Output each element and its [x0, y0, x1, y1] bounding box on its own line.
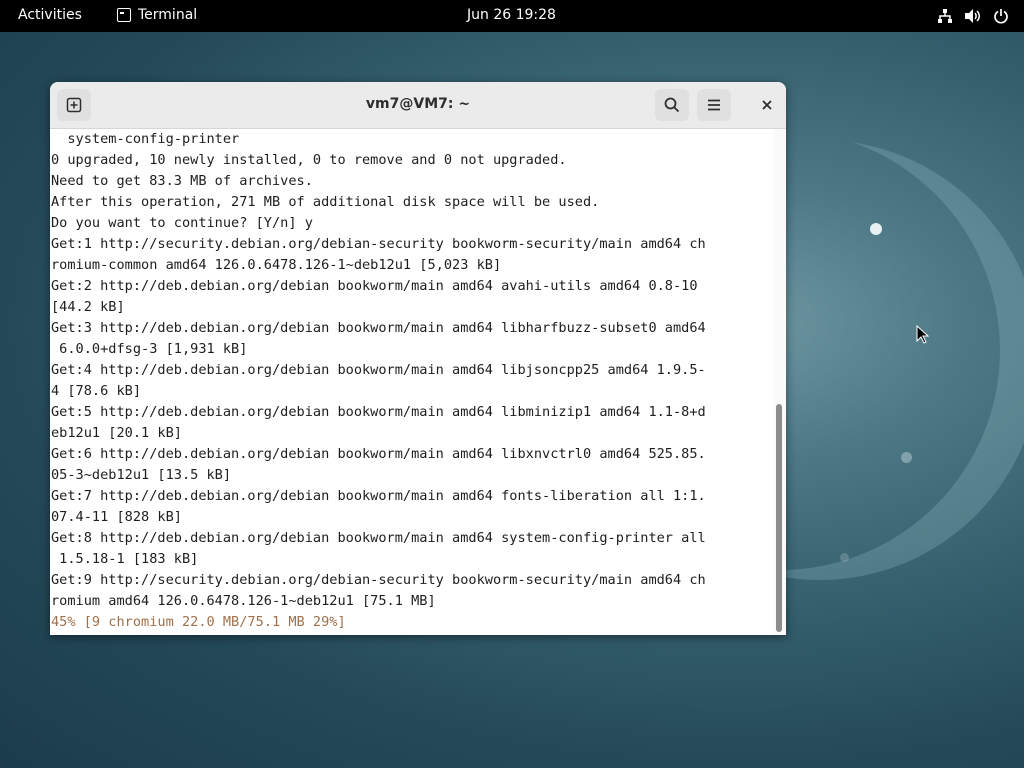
- app-menu-button[interactable]: Terminal: [117, 7, 197, 23]
- terminal-line: [44.2 kB]: [51, 299, 125, 315]
- terminal-line: 6.0.0+dfsg-3 [1,931 kB]: [51, 341, 248, 357]
- terminal-line: Do you want to continue? [Y/n] y: [51, 215, 313, 231]
- terminal-line: Get:7 http://deb.debian.org/debian bookw…: [51, 488, 706, 504]
- hamburger-menu-icon: [708, 99, 720, 111]
- terminal-line: Get:5 http://deb.debian.org/debian bookw…: [51, 404, 706, 420]
- power-icon[interactable]: [992, 7, 1010, 25]
- close-button[interactable]: [750, 89, 784, 121]
- terminal-line: After this operation, 271 MB of addition…: [51, 194, 600, 210]
- volume-icon[interactable]: [964, 7, 982, 25]
- terminal-line: 05-3~deb12u1 [13.5 kB]: [51, 467, 232, 483]
- app-menu-label: Terminal: [138, 7, 198, 23]
- download-progress-line: 45% [9 chromium 22.0 MB/75.1 MB 29%]: [51, 614, 346, 630]
- terminal-icon: [117, 8, 131, 22]
- terminal-line: Get:6 http://deb.debian.org/debian bookw…: [51, 446, 706, 462]
- terminal-line: romium-common amd64 126.0.6478.126-1~deb…: [51, 257, 502, 273]
- scrollbar[interactable]: [774, 129, 786, 635]
- activities-button[interactable]: Activities: [18, 7, 82, 23]
- menu-button[interactable]: [697, 89, 731, 121]
- search-button[interactable]: [655, 89, 689, 121]
- terminal-line: romium amd64 126.0.6478.126-1~deb12u1 [7…: [51, 593, 436, 609]
- mouse-pointer-icon: [916, 325, 930, 344]
- terminal-line: Get:8 http://deb.debian.org/debian bookw…: [51, 530, 706, 546]
- terminal-line: Get:2 http://deb.debian.org/debian bookw…: [51, 278, 698, 294]
- wallpaper-dot: [870, 223, 882, 235]
- terminal-line: system-config-printer: [51, 131, 240, 147]
- terminal-line: 0 upgraded, 10 newly installed, 0 to rem…: [51, 152, 567, 168]
- terminal-window[interactable]: vm7@VM7: ~ system-config-printer 0 upgrad…: [50, 82, 786, 635]
- search-icon: [664, 97, 680, 113]
- wallpaper-dot: [901, 452, 912, 463]
- system-tray[interactable]: [936, 7, 1010, 25]
- wallpaper-dot: [840, 553, 849, 562]
- terminal-line: 4 [78.6 kB]: [51, 383, 142, 399]
- terminal-line: Get:3 http://deb.debian.org/debian bookw…: [51, 320, 706, 336]
- close-icon: [762, 100, 772, 110]
- terminal-output[interactable]: system-config-printer 0 upgraded, 10 newl…: [50, 129, 774, 635]
- clock[interactable]: Jun 26 19:28: [467, 7, 556, 23]
- terminal-line: Need to get 83.3 MB of archives.: [51, 173, 313, 189]
- terminal-line: 1.5.18-1 [183 kB]: [51, 551, 199, 567]
- terminal-line: Get:4 http://deb.debian.org/debian bookw…: [51, 362, 706, 378]
- header-bar[interactable]: vm7@VM7: ~: [50, 82, 786, 129]
- scrollbar-thumb[interactable]: [776, 404, 782, 632]
- network-icon[interactable]: [936, 7, 954, 25]
- terminal-line: Get:9 http://security.debian.org/debian-…: [51, 572, 706, 588]
- terminal-line: 07.4-11 [828 kB]: [51, 509, 182, 525]
- terminal-line: Get:1 http://security.debian.org/debian-…: [51, 236, 706, 252]
- terminal-line: eb12u1 [20.1 kB]: [51, 425, 182, 441]
- top-bar: Activities Terminal Jun 26 19:28: [0, 0, 1024, 32]
